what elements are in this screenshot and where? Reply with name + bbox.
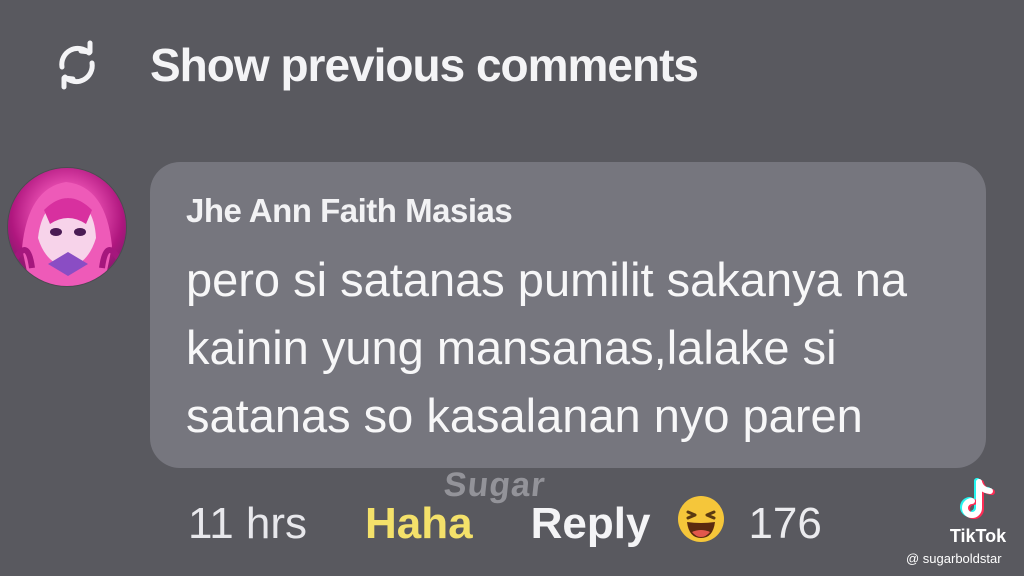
reply-button[interactable]: Reply xyxy=(531,499,651,549)
comment-timestamp[interactable]: 11 hrs xyxy=(188,499,307,549)
refresh-icon xyxy=(52,40,102,90)
comment-text: pero si satanas pumilit sakanya na kaini… xyxy=(186,246,966,450)
haha-emoji-icon xyxy=(676,494,726,555)
tiktok-logo-icon xyxy=(960,478,995,519)
haha-reaction-button[interactable]: Haha xyxy=(365,499,473,549)
comment-line: pero si satanas pumilit sakanya na xyxy=(186,253,908,306)
tiktok-wordmark: TikTok xyxy=(949,526,1007,546)
comment-line: satanas so kasalanan nyo paren xyxy=(186,389,863,442)
show-previous-comments-button[interactable]: Show previous comments xyxy=(52,30,699,100)
comment-line: kainin yung mansanas,lalake si xyxy=(186,321,837,374)
comment-author[interactable]: Jhe Ann Faith Masias xyxy=(186,192,513,230)
tiktok-handle: @ sugarboldstar xyxy=(906,551,1002,566)
avatar-image xyxy=(13,182,121,286)
reaction-count: 176 xyxy=(748,499,822,548)
comment-actions: 11 hrs Haha Reply 176 xyxy=(188,494,822,554)
reaction-summary[interactable]: 176 xyxy=(676,494,822,555)
comment-screen: Show previous comments Jhe Ann Faith Mas… xyxy=(0,0,1024,576)
comment-bubble: Jhe Ann Faith Masias pero si satanas pum… xyxy=(150,162,986,468)
show-previous-comments-label: Show previous comments xyxy=(150,39,699,91)
avatar[interactable] xyxy=(8,168,126,286)
